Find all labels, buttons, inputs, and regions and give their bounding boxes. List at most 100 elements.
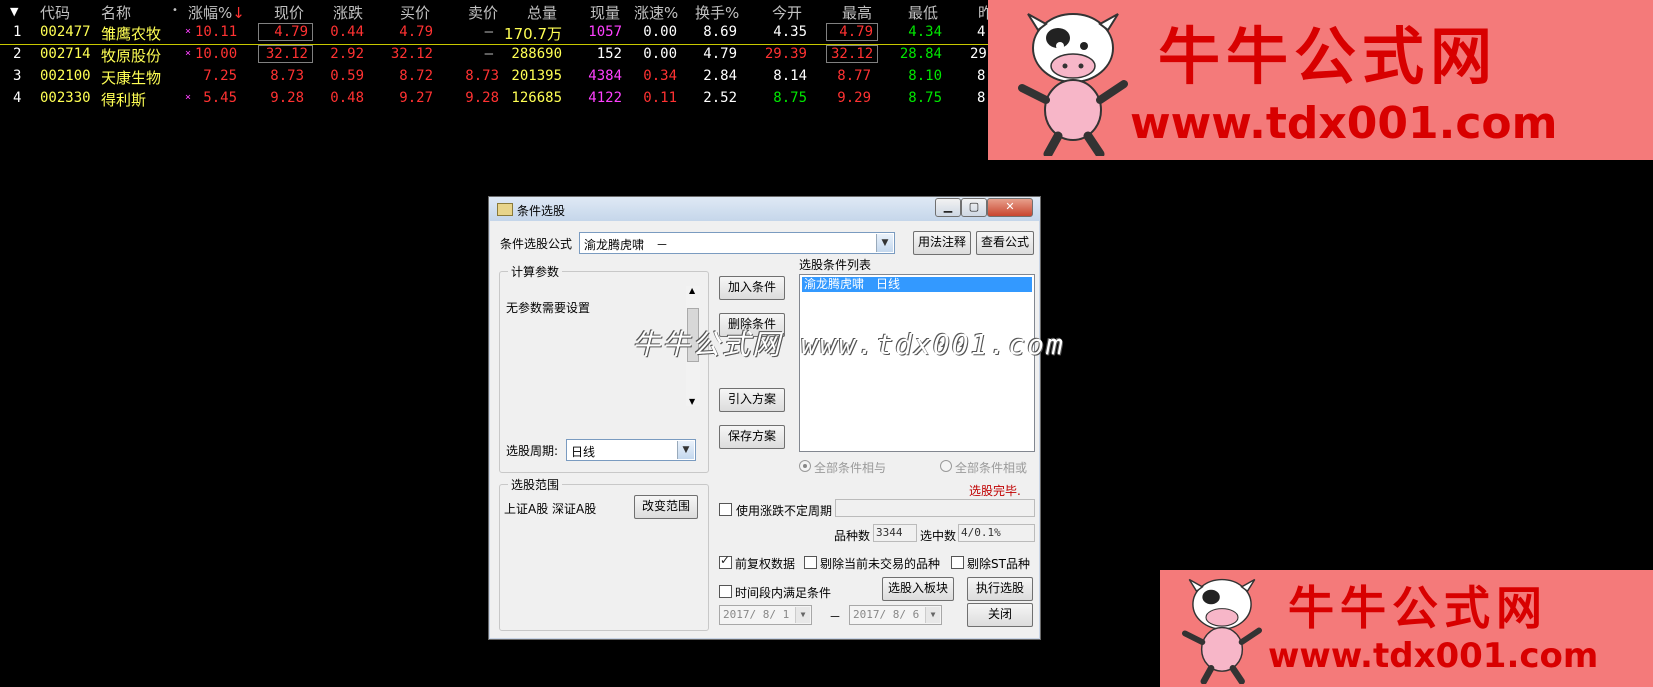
radio-or[interactable]	[940, 460, 952, 472]
bid: 8.72	[399, 68, 433, 84]
dialog-titlebar[interactable]: 条件选股 ▁ ▢ ✕	[489, 197, 1040, 221]
menu-arrow-icon[interactable]: ▼	[10, 5, 18, 18]
col-header-high[interactable]: 最高	[842, 2, 872, 23]
minimize-button[interactable]: ▁	[935, 198, 961, 217]
stock-name: 牧原股份	[101, 47, 162, 65]
col-header-cur[interactable]: 现量	[590, 2, 620, 23]
open: 8.14	[773, 68, 807, 84]
cow-mascot-icon	[1182, 578, 1262, 684]
uncertain-period-label: 使用涨跌不定周期	[736, 504, 833, 518]
save-scheme-button[interactable]: 保存方案	[719, 425, 785, 449]
selected-value: 4/0.1%	[958, 524, 1035, 542]
exclude-notrade-checkbox[interactable]	[804, 556, 817, 569]
col-header-ask[interactable]: 卖价	[468, 2, 498, 23]
chg: 0.48	[330, 90, 364, 106]
change-range-button[interactable]: 改变范围	[634, 495, 698, 519]
time-range-checkbox[interactable]	[719, 585, 732, 598]
prefq-checkbox[interactable]	[719, 553, 732, 569]
selected-label: 选中数	[920, 529, 957, 543]
view-formula-button[interactable]: 查看公式	[976, 231, 1034, 255]
date-to-value: 2017/ 8/ 6	[853, 608, 920, 621]
prev-close: 4	[977, 24, 986, 40]
cow-mascot-icon	[1018, 13, 1128, 156]
prefq-label: 前复权数据	[735, 557, 796, 571]
period-select[interactable]: 日线 ▼	[566, 439, 696, 461]
formula-select[interactable]: 渝龙腾虎啸 － ▼	[579, 232, 895, 254]
bid: 4.79	[399, 24, 433, 40]
scroll-up-icon[interactable]: ▲	[689, 286, 695, 295]
watermark-url: www.tdx001.com	[1130, 98, 1558, 149]
speed: 0.11	[643, 90, 677, 106]
add-condition-button[interactable]: 加入条件	[719, 276, 785, 300]
col-header-turnover[interactable]: 换手%	[695, 2, 739, 23]
exclude-st-checkbox[interactable]	[951, 556, 964, 569]
stock-code: 002330	[40, 90, 91, 106]
col-header-chg-pct[interactable]: 涨幅%↓	[188, 2, 245, 23]
mark-icon: ×	[185, 48, 192, 59]
col-header-chg[interactable]: 涨跌	[333, 2, 363, 23]
stock-name: 天康生物	[101, 69, 162, 87]
row-index: 3	[13, 68, 22, 84]
table-row[interactable]: 3 002100 天康生物 7.25 8.73 0.59 8.72 8.73 2…	[0, 66, 1000, 88]
watermark-banner-top: 牛牛公式网 www.tdx001.com	[988, 0, 1653, 160]
date-from-picker[interactable]: 2017/ 8/ 1 ▼	[719, 605, 812, 625]
turnover: 4.79	[703, 46, 737, 62]
uncertain-period-checkbox[interactable]	[719, 503, 732, 516]
date-to-picker[interactable]: 2017/ 8/ 6 ▼	[849, 605, 942, 625]
condition-select-dialog: 条件选股 ▁ ▢ ✕ 条件选股公式 渝龙腾虎啸 － ▼ 用法注释 查看公式 计算…	[488, 196, 1041, 640]
condition-list[interactable]: 渝龙腾虎啸 日线	[799, 274, 1035, 452]
radio-and[interactable]	[799, 460, 811, 472]
maximize-button[interactable]: ▢	[961, 198, 987, 217]
cur-volume: 152	[596, 46, 622, 62]
col-header-speed[interactable]: 涨速%	[634, 2, 678, 23]
import-scheme-button[interactable]: 引入方案	[719, 388, 785, 412]
cur-volume: 4384	[588, 68, 622, 84]
open: 8.75	[773, 90, 807, 106]
volume: 288690	[511, 46, 562, 62]
stock-code: 002714	[40, 46, 91, 62]
status-text: 选股完毕.	[969, 484, 1021, 498]
chg-pct: 10.00	[195, 46, 238, 62]
table-row[interactable]: 4 002330 得利斯 × 5.45 9.28 0.48 9.27 9.28 …	[0, 88, 1000, 110]
col-header-vol[interactable]: 总量	[527, 2, 557, 23]
dot-icon: •	[172, 5, 178, 16]
volume: 126685	[511, 90, 562, 106]
table-row[interactable]: 1 002477 雏鹰农牧 × 10.11 4.79 0.44 4.79 — 1…	[0, 22, 1000, 45]
speed: 0.00	[643, 46, 677, 62]
close-window-button[interactable]: ✕	[987, 198, 1033, 217]
price: 32.12	[258, 45, 313, 63]
radio-or-label: 全部条件相或	[955, 461, 1028, 475]
condition-list-item[interactable]: 渝龙腾虎啸 日线	[802, 277, 1032, 292]
chg: 2.92	[330, 46, 364, 62]
prev-close: 29	[970, 46, 987, 62]
row-index: 2	[13, 46, 22, 62]
col-header-bid[interactable]: 买价	[400, 2, 430, 23]
chg: 0.44	[330, 24, 364, 40]
count-label: 品种数	[834, 529, 871, 543]
col-header-price[interactable]: 现价	[274, 2, 304, 23]
execute-select-button[interactable]: 执行选股	[967, 577, 1033, 601]
app-icon	[497, 203, 513, 216]
add-to-block-button[interactable]: 选股入板块	[882, 577, 954, 601]
col-header-low[interactable]: 最低	[908, 2, 938, 23]
col-header-name[interactable]: 名称	[101, 2, 131, 23]
chg-pct: 5.45	[203, 90, 237, 106]
cur-volume: 4122	[588, 90, 622, 106]
col-header-open[interactable]: 今开	[772, 2, 802, 23]
radio-and-label: 全部条件相与	[814, 461, 887, 475]
turnover: 2.52	[703, 90, 737, 106]
close-button[interactable]: 关闭	[967, 603, 1033, 627]
scroll-down-icon[interactable]: ▼	[689, 397, 695, 406]
date-separator: －	[829, 610, 842, 624]
chevron-down-icon: ▼	[876, 234, 893, 252]
dialog-title: 条件选股	[517, 204, 566, 218]
mark-icon: ×	[185, 26, 192, 37]
table-row[interactable]: 2 002714 牧原股份 × 10.00 32.12 2.92 32.12 —…	[0, 44, 1000, 66]
period-label: 选股周期:	[506, 444, 559, 458]
low: 8.75	[908, 90, 942, 106]
usage-notes-button[interactable]: 用法注释	[913, 231, 971, 255]
bid: 9.27	[399, 90, 433, 106]
low: 4.34	[908, 24, 942, 40]
sort-desc-icon: ↓	[232, 4, 245, 22]
col-header-code[interactable]: 代码	[40, 2, 70, 23]
